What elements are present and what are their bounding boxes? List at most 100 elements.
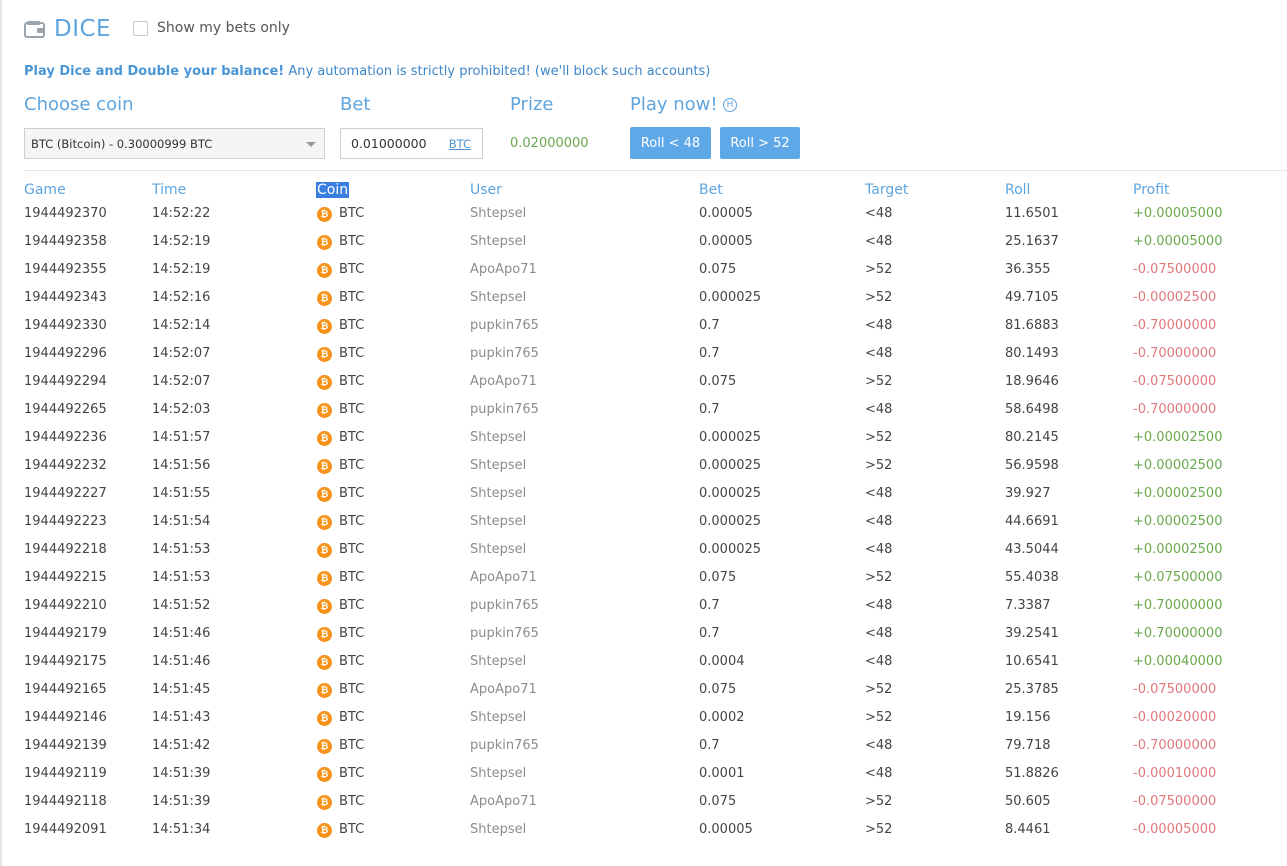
column-header-user[interactable]: User [470, 182, 502, 198]
table-row: ₿ 1944492330 14:52:14 BTC pupkin765 0.7 <48 81.… [0, 312, 1287, 340]
bet-label: Bet [340, 94, 371, 115]
user-name[interactable]: pupkin765 [470, 592, 539, 620]
target: <48 [865, 318, 893, 333]
game-id: 1944492119 [24, 766, 107, 781]
bet-unit-link[interactable]: BTC [449, 137, 471, 151]
target: <48 [865, 598, 893, 613]
roll-over-button[interactable]: Roll > 52 [720, 127, 800, 159]
bet-amount: 0.0001 [699, 766, 745, 781]
profit: +0.70000000 [1133, 626, 1223, 641]
bitcoin-icon: ₿ [317, 431, 332, 446]
user-name[interactable]: Shtepsel [470, 536, 526, 564]
target: <48 [865, 738, 893, 753]
target: <48 [865, 766, 893, 781]
profit: +0.00002500 [1133, 542, 1223, 557]
roll-result: 10.6541 [1005, 654, 1059, 669]
bet-amount-field[interactable]: BTC [340, 128, 483, 159]
coin-name: BTC [339, 430, 365, 445]
coin-select[interactable]: BTC (Bitcoin) - 0.30000999 BTC [24, 128, 325, 159]
column-header-bet[interactable]: Bet [699, 182, 723, 198]
roll-result: 43.5044 [1005, 542, 1059, 557]
user-name[interactable]: pupkin765 [470, 340, 539, 368]
user-name[interactable]: Shtepsel [470, 508, 526, 536]
target: <48 [865, 402, 893, 417]
profit: -0.07500000 [1133, 262, 1217, 277]
table-row: ₿ 1944492296 14:52:07 BTC pupkin765 0.7 <48 80.… [0, 340, 1287, 368]
bet-time: 14:51:39 [152, 766, 211, 781]
user-name[interactable]: Shtepsel [470, 284, 526, 312]
user-name[interactable]: Shtepsel [470, 704, 526, 732]
user-name[interactable]: ApoApo71 [470, 564, 537, 592]
roll-result: 56.9598 [1005, 458, 1059, 473]
roll-result: 8.4461 [1005, 822, 1051, 837]
game-id: 1944492118 [24, 794, 107, 809]
profit: -0.70000000 [1133, 738, 1217, 753]
roll-result: 39.927 [1005, 486, 1051, 501]
profit: +0.00002500 [1133, 430, 1223, 445]
target: <48 [865, 542, 893, 557]
bitcoin-icon: ₿ [317, 347, 332, 362]
game-id: 1944492146 [24, 710, 107, 725]
user-name[interactable]: ApoApo71 [470, 788, 537, 816]
user-name[interactable]: Shtepsel [470, 200, 526, 228]
bitcoin-icon: ₿ [317, 319, 332, 334]
user-name[interactable]: Shtepsel [470, 228, 526, 256]
column-header-profit[interactable]: Profit [1133, 182, 1170, 198]
target: >52 [865, 290, 893, 305]
table-row: ₿ 1944492227 14:51:55 BTC Shtepsel 0.000025 <4… [0, 480, 1287, 508]
bet-time: 14:51:52 [152, 598, 211, 613]
bet-amount: 0.000025 [699, 430, 762, 445]
column-header-time[interactable]: Time [152, 182, 186, 198]
bet-time: 14:51:53 [152, 570, 211, 585]
target: <48 [865, 486, 893, 501]
bet-amount: 0.000025 [699, 542, 762, 557]
user-name[interactable]: ApoApo71 [470, 368, 537, 396]
user-name[interactable]: pupkin765 [470, 312, 539, 340]
target: >52 [865, 710, 893, 725]
coin-name: BTC [339, 206, 365, 221]
coin-name: BTC [339, 486, 365, 501]
table-row: ₿ 1944492139 14:51:42 BTC pupkin765 0.7 <48 79.… [0, 732, 1287, 760]
user-name[interactable]: pupkin765 [470, 620, 539, 648]
table-row: ₿ 1944492146 14:51:43 BTC Shtepsel 0.0002 >52 1… [0, 704, 1287, 732]
bet-amount-input[interactable] [341, 129, 441, 158]
user-name[interactable]: ApoApo71 [470, 676, 537, 704]
bet-time: 14:51:42 [152, 738, 211, 753]
column-header-roll[interactable]: Roll [1005, 182, 1030, 198]
bet-time: 14:51:56 [152, 458, 211, 473]
bet-time: 14:51:53 [152, 542, 211, 557]
user-name[interactable]: Shtepsel [470, 648, 526, 676]
user-name[interactable]: Shtepsel [470, 424, 526, 452]
user-name[interactable]: ApoApo71 [470, 256, 537, 284]
bitcoin-icon: ₿ [317, 711, 332, 726]
show-my-bets-checkbox[interactable] [133, 20, 148, 36]
user-name[interactable]: Shtepsel [470, 760, 526, 788]
roll-result: 49.7105 [1005, 290, 1059, 305]
profit: -0.70000000 [1133, 318, 1217, 333]
user-name[interactable]: Shtepsel [470, 480, 526, 508]
user-name[interactable]: Shtepsel [470, 452, 526, 480]
coin-name: BTC [339, 738, 365, 753]
bitcoin-icon: ₿ [317, 487, 332, 502]
roll-under-button[interactable]: Roll < 48 [630, 127, 711, 159]
table-row: ₿ 1944492210 14:51:52 BTC pupkin765 0.7 <48 7.3… [0, 592, 1287, 620]
show-my-bets-toggle[interactable]: Show my bets only [133, 20, 290, 36]
help-icon[interactable]: H [723, 98, 737, 112]
column-header-target[interactable]: Target [865, 182, 908, 198]
user-name[interactable]: pupkin765 [470, 396, 539, 424]
roll-result: 25.1637 [1005, 234, 1059, 249]
user-name[interactable]: Shtepsel [470, 816, 526, 844]
bet-time: 14:51:57 [152, 430, 211, 445]
bet-amount: 0.000025 [699, 514, 762, 529]
user-name[interactable]: pupkin765 [470, 732, 539, 760]
coin-name: BTC [339, 766, 365, 781]
column-header-coin[interactable]: Coin [316, 182, 350, 198]
table-row: ₿ 1944492343 14:52:16 BTC Shtepsel 0.000025 >5… [0, 284, 1287, 312]
promo-highlight: Play Dice and Double your balance! [24, 64, 285, 79]
coin-name: BTC [339, 626, 365, 641]
target: >52 [865, 682, 893, 697]
profit: +0.00002500 [1133, 514, 1223, 529]
game-id: 1944492370 [24, 206, 107, 221]
game-id: 1944492210 [24, 598, 107, 613]
column-header-game[interactable]: Game [24, 182, 66, 198]
